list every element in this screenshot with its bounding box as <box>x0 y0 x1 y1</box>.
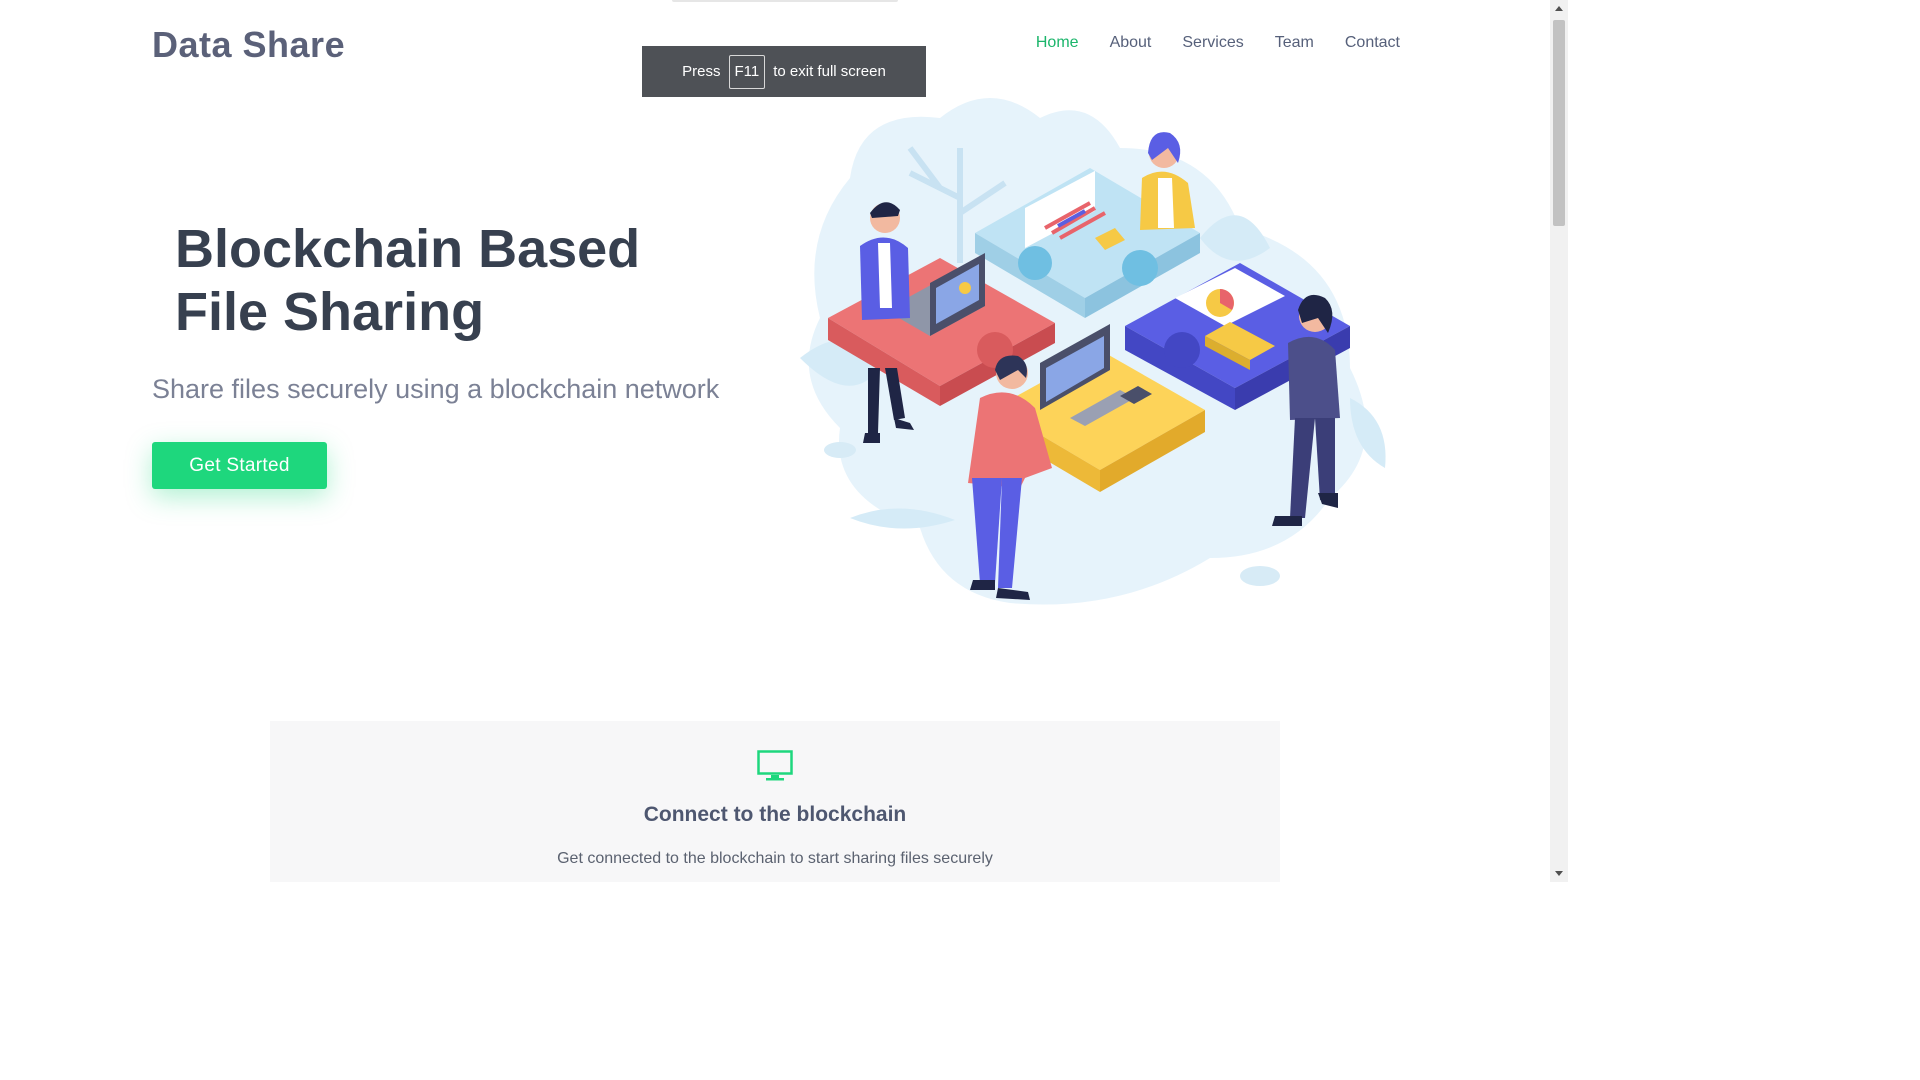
feature-title: Connect to the blockchain <box>643 803 907 826</box>
feature-card-connect: Connect to the blockchain Get connected … <box>270 721 1280 882</box>
hero-subtitle: Share files securely using a blockchain … <box>152 374 720 404</box>
puzzle-teamwork-illustration <box>800 98 1386 605</box>
hero-title-line1: Blockchain Based <box>175 219 641 279</box>
nav-team[interactable]: Team <box>1275 34 1314 52</box>
get-started-button[interactable]: Get Started <box>152 442 327 489</box>
scrollbar-thumb[interactable] <box>1553 20 1565 226</box>
scroll-up-arrow[interactable] <box>1550 0 1568 18</box>
hero-title: Blockchain Based File Sharing <box>175 218 735 344</box>
nav-about[interactable]: About <box>1110 34 1152 52</box>
page: Data Share Home About Services Team Cont… <box>0 0 1550 882</box>
main-nav: Home About Services Team Contact <box>1036 34 1400 52</box>
nav-services[interactable]: Services <box>1182 34 1243 52</box>
monitor-icon <box>757 750 793 781</box>
scroll-down-arrow[interactable] <box>1550 864 1568 882</box>
nav-contact[interactable]: Contact <box>1345 34 1400 52</box>
fullscreen-exit-notice: Press F11 to exit full screen <box>642 46 926 97</box>
nav-home[interactable]: Home <box>1036 34 1079 52</box>
f11-key-badge: F11 <box>728 54 766 89</box>
chevron-down-icon <box>1555 871 1563 876</box>
vertical-scrollbar[interactable] <box>1550 0 1568 882</box>
feature-description: Get connected to the blockchain to start… <box>557 850 993 867</box>
hero-title-line2: File Sharing <box>175 282 485 342</box>
fullscreen-notice-suffix: to exit full screen <box>773 63 886 80</box>
fullscreen-notice-prefix: Press <box>682 63 721 80</box>
chevron-up-icon <box>1555 6 1563 11</box>
brand-logo[interactable]: Data Share <box>152 24 345 66</box>
tab-strip-hint <box>672 0 898 2</box>
